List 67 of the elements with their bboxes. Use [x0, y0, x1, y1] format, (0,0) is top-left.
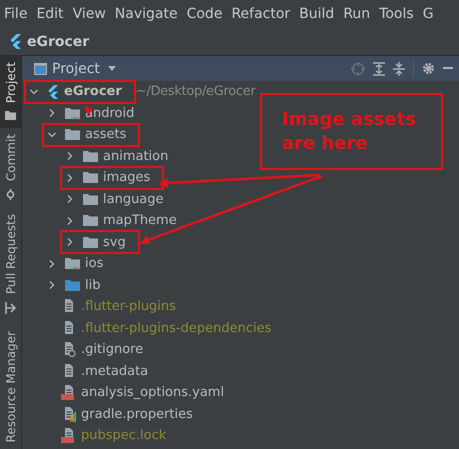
- file-icon: [61, 385, 76, 400]
- tree-item[interactable]: lib: [85, 278, 100, 293]
- pull-request-icon: [5, 302, 16, 314]
- tree-item[interactable]: pubspec.lock: [81, 428, 166, 444]
- commit-icon: [5, 189, 16, 200]
- chevron-icon[interactable]: [48, 109, 56, 118]
- folder-icon: [65, 257, 80, 270]
- menu-item[interactable]: View: [72, 6, 106, 22]
- folder-icon: [83, 214, 98, 228]
- tree-item[interactable]: mapTheme: [103, 213, 177, 228]
- panel-title[interactable]: Project: [52, 60, 100, 76]
- tree-item[interactable]: svg: [103, 234, 126, 250]
- folder-icon: [83, 192, 98, 206]
- tree-item[interactable]: analysis_options.yaml: [81, 385, 224, 400]
- menu-item[interactable]: Edit: [36, 6, 64, 22]
- chevron-icon[interactable]: [66, 216, 74, 225]
- project-path: ~/Desktop/eGrocer: [136, 84, 256, 100]
- flutter-logo-icon: [47, 84, 59, 99]
- menu-item[interactable]: Code: [186, 6, 222, 22]
- folder-icon: [83, 150, 98, 163]
- file-icon: [61, 428, 76, 444]
- folder-icon: [83, 171, 98, 184]
- menu-item[interactable]: File: [4, 6, 28, 22]
- chevron-icon[interactable]: [66, 152, 74, 160]
- chevron-icon[interactable]: [48, 260, 56, 268]
- menu-item[interactable]: Tools: [379, 6, 414, 22]
- chevron-icon[interactable]: [30, 88, 38, 96]
- side-tab[interactable]: Resource Manager: [0, 324, 21, 449]
- side-tab[interactable]: Pull Requests: [0, 208, 21, 322]
- side-tab[interactable]: Commit: [0, 128, 21, 208]
- tree-item[interactable]: .gitignore: [81, 342, 144, 358]
- folder-icon: [83, 236, 98, 249]
- tree-item[interactable]: android: [85, 106, 134, 121]
- folder-icon: [5, 111, 16, 120]
- menu-item[interactable]: Build: [299, 6, 334, 22]
- tree-item[interactable]: eGrocer: [64, 84, 122, 100]
- menu-item[interactable]: G: [422, 6, 434, 22]
- side-tab[interactable]: Project: [0, 56, 21, 128]
- chevron-icon[interactable]: [66, 238, 74, 246]
- tree-item[interactable]: ios: [85, 256, 104, 272]
- chevron-icon[interactable]: [48, 281, 56, 290]
- menu-item[interactable]: Run: [343, 6, 370, 22]
- tree-item[interactable]: images: [103, 170, 150, 186]
- source-folder-icon: [65, 278, 80, 292]
- collapse-all-icon[interactable]: [393, 62, 405, 76]
- tree-item[interactable]: language: [103, 192, 164, 207]
- tree-item[interactable]: .metadata: [81, 364, 148, 379]
- settings-icon[interactable]: [422, 62, 435, 75]
- project-view-icon: [34, 62, 47, 74]
- project-name[interactable]: eGrocer: [27, 34, 90, 50]
- chevron-icon[interactable]: [66, 195, 74, 204]
- tree-item[interactable]: .flutter-plugins-dependencies: [81, 320, 272, 336]
- chevron-icon[interactable]: [48, 130, 56, 139]
- minimize-icon[interactable]: [443, 67, 453, 70]
- tree-item[interactable]: animation: [103, 148, 168, 164]
- tree-item[interactable]: assets: [85, 127, 126, 142]
- menu-item[interactable]: Navigate: [114, 6, 178, 22]
- menu-item[interactable]: Refactor: [231, 6, 290, 22]
- folder-icon: [65, 106, 80, 120]
- expand-all-icon[interactable]: [373, 62, 385, 76]
- chevron-icon[interactable]: [66, 174, 74, 182]
- dropdown-caret-icon[interactable]: [108, 66, 116, 71]
- tree-item[interactable]: gradle.properties: [81, 406, 193, 422]
- flutter-logo-icon: [9, 34, 22, 49]
- folder-icon: [65, 128, 80, 142]
- tree-item[interactable]: .flutter-plugins: [81, 299, 176, 314]
- callout-text: Image assets are here: [281, 108, 418, 156]
